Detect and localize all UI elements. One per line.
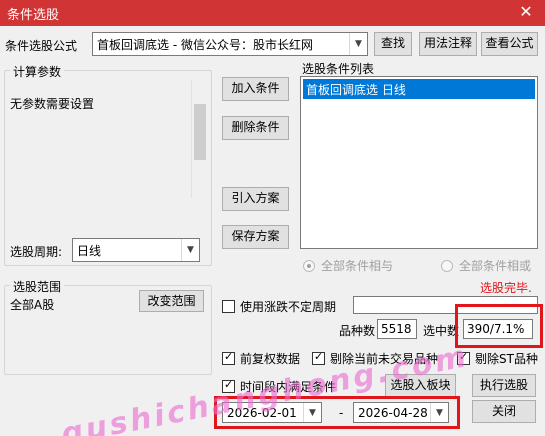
logic-and-radio[interactable]: 全部条件相与 bbox=[303, 257, 393, 274]
uncertain-period-label: 使用涨跌不定周期 bbox=[240, 300, 337, 314]
prior-rights-checkbox[interactable]: 前复权数据 bbox=[222, 350, 300, 367]
conditions-title: 选股条件列表 bbox=[302, 62, 375, 76]
checkbox-indicator bbox=[222, 350, 235, 365]
import-plan-button[interactable]: 引入方案 bbox=[222, 187, 289, 211]
status-text: 选股完毕. bbox=[480, 281, 532, 295]
no-param-text: 无参数需要设置 bbox=[10, 97, 95, 111]
prior-rights-label: 前复权数据 bbox=[240, 352, 301, 366]
checkbox-indicator bbox=[222, 378, 235, 393]
window-title: 条件选股 bbox=[7, 8, 60, 23]
period-label: 选股周期: bbox=[10, 245, 63, 259]
checkbox-indicator bbox=[222, 300, 235, 313]
logic-or-label: 全部条件相或 bbox=[459, 259, 532, 273]
exclude-st-label: 剔除ST品种 bbox=[475, 352, 538, 366]
formula-value: 首板回调底选 - 微信公众号：股市长红网 bbox=[97, 38, 313, 52]
view-formula-button[interactable]: 查看公式 bbox=[481, 32, 538, 56]
params-group-title: 计算参数 bbox=[10, 63, 65, 80]
radio-indicator bbox=[441, 259, 453, 272]
count-label: 品种数 bbox=[339, 324, 376, 338]
count-field: 5518 bbox=[377, 319, 417, 339]
save-plan-button[interactable]: 保存方案 bbox=[222, 225, 289, 249]
selected-label: 选中数 bbox=[423, 324, 460, 338]
count-value: 5518 bbox=[381, 322, 412, 336]
date-highlight-box bbox=[214, 396, 460, 429]
scrollbar-thumb[interactable] bbox=[194, 104, 206, 160]
period-select[interactable]: 日线 ▼ bbox=[72, 238, 200, 262]
exclude-untraded-label: 剔除当前未交易品种 bbox=[330, 352, 439, 366]
uncertain-period-checkbox[interactable]: 使用涨跌不定周期 bbox=[222, 298, 336, 315]
time-range-checkbox[interactable]: 时间段内满足条件 bbox=[222, 378, 336, 395]
exclude-untraded-checkbox[interactable]: 剔除当前未交易品种 bbox=[312, 350, 438, 367]
formula-select[interactable]: 首板回调底选 - 微信公众号：股市长红网 ▼ bbox=[92, 32, 368, 56]
formula-label: 条件选股公式 bbox=[5, 39, 78, 53]
exclude-st-checkbox[interactable]: 剔除ST品种 bbox=[457, 350, 538, 367]
find-button[interactable]: 查找 bbox=[374, 32, 412, 56]
chevron-down-icon[interactable]: ▼ bbox=[349, 33, 367, 55]
delete-condition-button[interactable]: 删除条件 bbox=[222, 116, 289, 140]
period-value: 日线 bbox=[77, 244, 102, 258]
list-item[interactable]: 首板回调底选 日线 bbox=[303, 79, 535, 99]
range-group-title: 选股范围 bbox=[10, 278, 65, 295]
logic-or-radio[interactable]: 全部条件相或 bbox=[441, 257, 531, 274]
change-range-button[interactable]: 改变范围 bbox=[139, 290, 204, 312]
close-icon[interactable]: ✕ bbox=[507, 0, 545, 26]
time-range-label: 时间段内满足条件 bbox=[240, 380, 337, 394]
to-block-button[interactable]: 选股入板块 bbox=[385, 374, 456, 397]
range-value: 全部A股 bbox=[10, 298, 55, 312]
add-condition-button[interactable]: 加入条件 bbox=[222, 77, 289, 101]
radio-indicator bbox=[303, 259, 315, 272]
chevron-down-icon[interactable]: ▼ bbox=[181, 239, 199, 261]
title-bar: 条件选股 ✕ bbox=[0, 0, 545, 26]
highlight-box bbox=[455, 304, 543, 348]
checkbox-indicator bbox=[457, 350, 470, 365]
logic-and-label: 全部条件相与 bbox=[321, 259, 394, 273]
checkbox-indicator bbox=[312, 350, 325, 365]
usage-notes-button[interactable]: 用法注释 bbox=[419, 32, 477, 56]
execute-button[interactable]: 执行选股 bbox=[472, 374, 536, 397]
conditions-list[interactable]: 首板回调底选 日线 bbox=[300, 76, 538, 249]
close-button[interactable]: 关闭 bbox=[472, 400, 536, 423]
params-scrollbar[interactable] bbox=[191, 80, 208, 198]
